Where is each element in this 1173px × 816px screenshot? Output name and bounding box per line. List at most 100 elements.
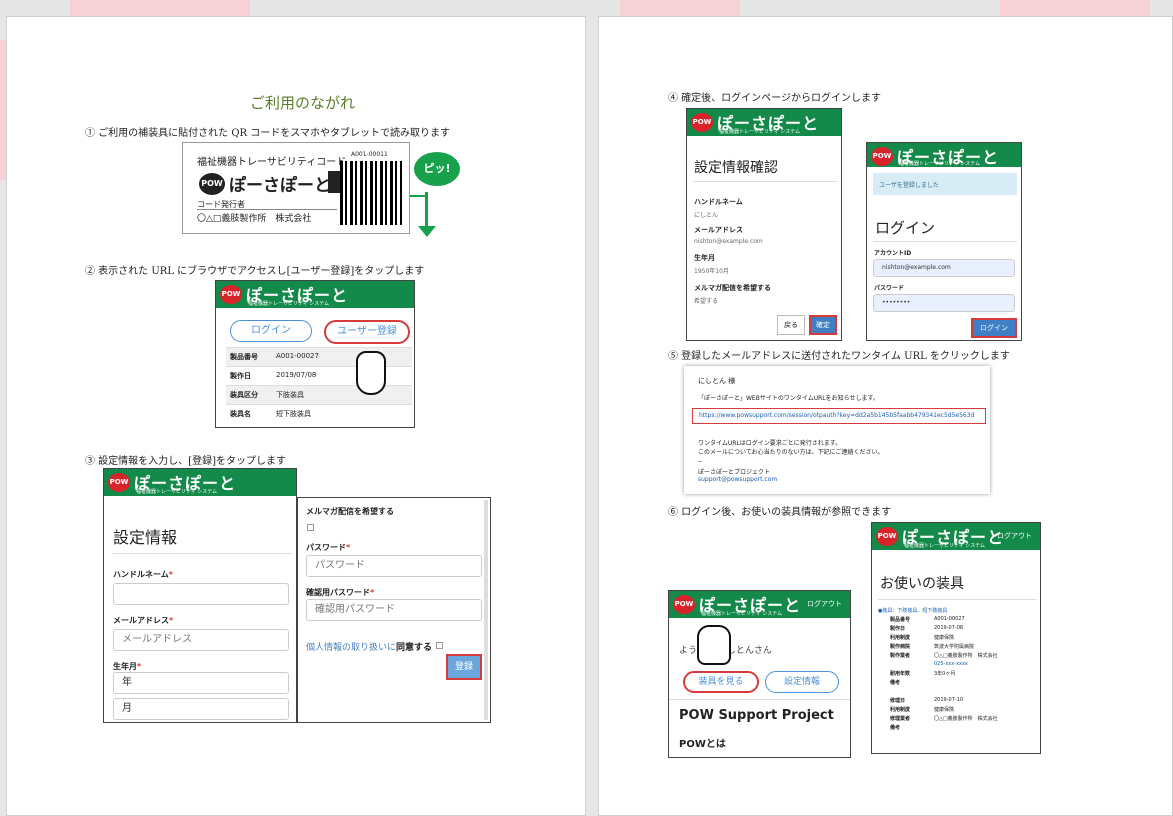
screenshot-equipment: POW ぽーさぽーと 福祉機器トレーサビリティ システム ログアウト お使いの装… xyxy=(871,522,1041,754)
field-label: メルマガ配信を希望する xyxy=(694,284,771,292)
field-label: ハンドルネーム xyxy=(694,198,743,206)
detail-value: 3年0ヶ月 xyxy=(934,671,956,677)
detail-value: 〇△□義肢製作所 株式会社 xyxy=(934,653,998,659)
detail-label: 修理日 xyxy=(890,698,906,704)
email-field[interactable]: メールアドレス xyxy=(113,629,289,651)
detail-row: 修理日 2019-07-10 xyxy=(890,697,1038,706)
birth-label: 生年月* xyxy=(113,662,142,671)
qr-label-brand: ぽーさぽーと xyxy=(229,176,331,196)
screenshot-home: POW ぽーさぽーと 福祉機器トレーサビリティ システム ログアウト ようこそ … xyxy=(668,590,851,758)
login-button[interactable]: ログイン xyxy=(971,318,1017,338)
agree-checkbox[interactable] xyxy=(436,642,443,649)
detail-row: 備考 xyxy=(890,679,1038,697)
handle-label: ハンドルネーム* xyxy=(113,570,173,579)
app-subtitle: 福祉機器トレーサビリティ システム xyxy=(899,161,981,167)
qr-code xyxy=(340,161,402,225)
email-note-1: ワンタイムURLはログイン要求ごとに発行されます。 xyxy=(698,440,842,447)
detail-row: 製作業者 〇△□義肢製作所 株式会社 xyxy=(890,652,1038,661)
detail-label: 製作日 xyxy=(890,626,906,632)
app-subtitle: 福祉機器トレーサビリティ システム xyxy=(904,543,986,549)
back-button[interactable]: 戻る xyxy=(777,315,805,335)
pow-logo: POW xyxy=(876,527,898,546)
row-label: 製品番号 xyxy=(230,353,258,361)
month-select[interactable]: 月 xyxy=(113,698,289,720)
detail-row: 利用制度 健康保険 xyxy=(890,634,1038,643)
notice-banner: ユーザを登録しました xyxy=(873,173,1017,195)
pow-logo: POW xyxy=(108,473,130,492)
login-button[interactable]: ログイン xyxy=(230,320,312,342)
app-header: POW ぽーさぽーと 福祉機器トレーサビリティ システム ログアウト xyxy=(669,591,850,618)
row-label: 装具区分 xyxy=(230,391,258,399)
field-value: にしとん xyxy=(694,212,719,219)
onetime-url-link[interactable]: https://www.powsupport.com/session/otpau… xyxy=(692,408,986,424)
detail-label: 利用制度 xyxy=(890,635,911,641)
step-1-text: ① ご利用の補装具に貼付された QR コードをスマホやタブレットで読み取ります xyxy=(85,128,450,139)
detail-row: 耐用年数 3年0ヶ月 xyxy=(890,670,1038,679)
email-note-2: このメールについてお心当たりのない方は、下記にご連絡ください。 xyxy=(698,449,884,456)
field-value: 1950年10月 xyxy=(694,268,729,275)
privacy-link[interactable]: 個人情報の取り扱いに xyxy=(306,640,396,653)
row-value: 2019/07/08 xyxy=(276,371,317,379)
logout-link[interactable]: ログアウト xyxy=(997,531,1032,541)
background-decoration xyxy=(1000,0,1150,16)
password-input[interactable]: パスワード xyxy=(306,555,482,577)
detail-label: 備考 xyxy=(890,725,901,731)
app-subtitle: 福祉機器トレーサビリティ システム xyxy=(719,129,801,135)
screenshot-settings-form: POW ぽーさぽーと 福祉機器トレーサビリティ システム 設定情報 ハンドルネー… xyxy=(103,468,297,723)
speech-bubble: ピッ! xyxy=(414,152,460,186)
about-heading: POWとは xyxy=(679,739,726,750)
account-input[interactable]: nishton@example.com xyxy=(873,259,1015,277)
equipment-details: 製品番号 A001-00027 製作日 2019-07-08 利用制度 健康保険 製作… xyxy=(890,616,1038,733)
detail-row: 製作日 2019-07-08 xyxy=(890,625,1038,634)
detail-label: 製品番号 xyxy=(890,617,911,623)
field-label: メールアドレス xyxy=(694,226,743,234)
detail-value: 025-xxx-xxxx xyxy=(934,661,968,667)
password-label: パスワード xyxy=(874,285,905,292)
logout-link[interactable]: ログアウト xyxy=(807,599,842,609)
password-input[interactable]: •••••••• xyxy=(873,294,1015,312)
project-heading: POW Support Project xyxy=(679,708,834,723)
row-label: 装具名 xyxy=(230,410,251,418)
detail-value: 健康保険 xyxy=(934,707,955,713)
app-header: POW ぽーさぽーと 福祉機器トレーサビリティ システム xyxy=(687,109,841,136)
settings-button[interactable]: 設定情報 xyxy=(765,671,839,693)
year-select[interactable]: 年 xyxy=(113,672,289,694)
app-header: POW ぽーさぽーと 福祉機器トレーサビリティ システム xyxy=(104,469,296,496)
divider xyxy=(693,181,837,182)
email-label: メールアドレス* xyxy=(113,616,174,625)
register-button[interactable]: 登録 xyxy=(446,654,482,680)
background-decoration xyxy=(70,0,250,16)
account-label: アカウントID xyxy=(874,250,912,257)
email-project: ぽーさぽーとプロジェクト xyxy=(698,469,771,476)
password-label: パスワード* xyxy=(306,543,351,552)
confirm-password-input[interactable]: 確認用パスワード xyxy=(306,599,482,621)
support-email-link[interactable]: support@powsupport.com xyxy=(698,476,777,483)
arrow-down-icon xyxy=(425,192,428,228)
pow-logo: POW xyxy=(871,147,893,166)
newsletter-checkbox[interactable] xyxy=(307,524,314,531)
email-greeting: にしとん 様 xyxy=(698,377,736,385)
url-text: https://www.powsupport.com/session/otpau… xyxy=(699,412,975,419)
app-header: POW ぽーさぽーと 福祉機器トレーサビリティ システム xyxy=(867,143,1021,167)
app-subtitle: 福祉機器トレーサビリティ システム xyxy=(248,301,330,307)
qr-code-number: A001-00011 xyxy=(351,151,388,158)
field-label: 生年月 xyxy=(694,254,715,262)
login-heading: ログイン xyxy=(875,219,936,237)
confirm-password-label: 確認用パスワード* xyxy=(306,588,375,597)
app-header: POW ぽーさぽーと 福祉機器トレーサビリティ システム xyxy=(216,281,414,308)
view-equipment-button[interactable]: 装具を見る xyxy=(683,671,759,693)
scrollbar[interactable] xyxy=(484,500,488,720)
step-3-text: ③ 設定情報を入力し、[登録]をタップします xyxy=(85,456,286,467)
confirm-heading: 設定情報確認 xyxy=(694,160,778,176)
equipment-heading: お使いの装具 xyxy=(880,576,964,592)
pow-logo: POW xyxy=(199,173,225,195)
handle-input[interactable] xyxy=(113,583,289,605)
equipment-category[interactable]: ●装具：下肢装具、短下肢装具 xyxy=(878,607,947,614)
email-dashes: -- xyxy=(698,458,703,465)
table-row: 装具名 短下肢装具 xyxy=(226,404,412,423)
background-decoration xyxy=(620,0,740,16)
user-register-button[interactable]: ユーザー登録 xyxy=(324,320,410,344)
confirm-button[interactable]: 確定 xyxy=(809,315,837,335)
qr-label-heading: 福祉機器トレーサビリティコード xyxy=(197,157,347,168)
field-value: nishton@example.com xyxy=(694,238,763,245)
